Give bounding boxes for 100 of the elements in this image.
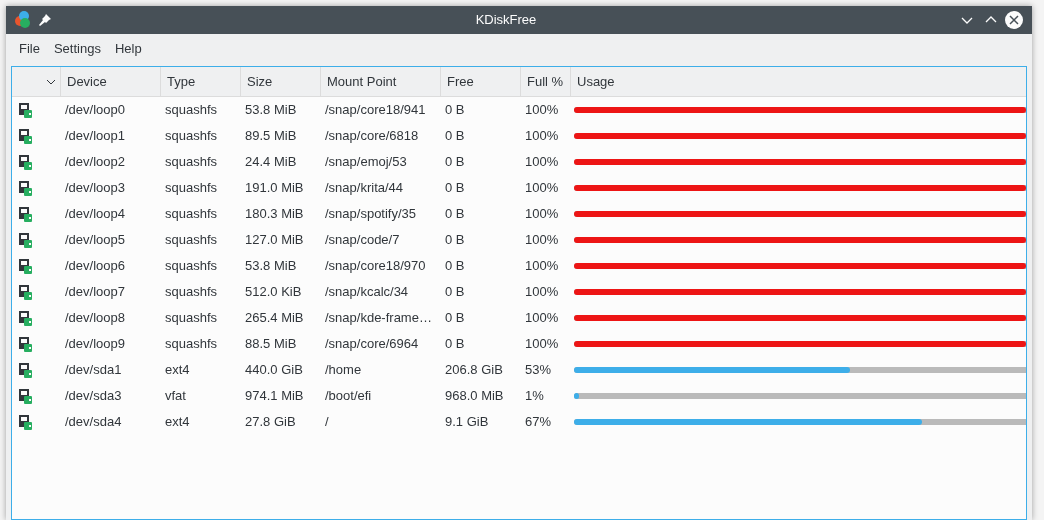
column-header[interactable]: Free <box>441 67 521 96</box>
table-cell: 88.5 MiB <box>245 336 297 352</box>
table-cell: 974.1 MiB <box>245 388 304 404</box>
table-cell: 27.8 GiB <box>245 414 296 430</box>
table-cell: /dev/loop9 <box>65 336 125 352</box>
table-cell: 0 B <box>445 232 465 248</box>
column-header[interactable]: Size <box>241 67 321 96</box>
table-cell: 265.4 MiB <box>245 310 304 326</box>
table-cell: 968.0 MiB <box>445 388 504 404</box>
table-cell: /dev/loop1 <box>65 128 125 144</box>
table-cell: 0 B <box>445 180 465 196</box>
app-logo-icon <box>14 11 32 29</box>
table-cell: /snap/kde-frame… <box>325 310 432 326</box>
table-cell: 100% <box>525 180 559 196</box>
disk-icon <box>17 102 33 118</box>
table-cell: /dev/loop3 <box>65 180 125 196</box>
table-cell: 100% <box>525 232 559 248</box>
table-cell: 127.0 MiB <box>245 232 304 248</box>
table-cell: 0 B <box>445 310 465 326</box>
table-cell: /snap/core/6964 <box>325 336 419 352</box>
table-cell: 512.0 KiB <box>245 284 302 300</box>
table-cell: 100% <box>525 310 559 326</box>
table-cell: /dev/sda4 <box>65 414 122 430</box>
menu-item[interactable]: Help <box>107 39 149 59</box>
menu-item[interactable]: Settings <box>46 39 108 59</box>
pin-icon[interactable] <box>38 13 52 27</box>
table-cell: 53.8 MiB <box>245 258 297 274</box>
table-cell: 53% <box>525 362 552 378</box>
disk-icon <box>17 414 33 430</box>
table-cell: /home <box>325 362 362 378</box>
table-cell: squashfs <box>165 154 218 170</box>
table-cell: /boot/efi <box>325 388 372 404</box>
table-cell: squashfs <box>165 102 218 118</box>
table-cell: /dev/loop5 <box>65 232 125 248</box>
table-cell: /dev/loop8 <box>65 310 125 326</box>
table-cell: /snap/spotify/35 <box>325 206 417 222</box>
table-cell: ext4 <box>165 414 190 430</box>
disk-icon <box>17 284 33 300</box>
table-cell: vfat <box>165 388 186 404</box>
table-cell: /dev/loop4 <box>65 206 125 222</box>
disk-icon <box>17 154 33 170</box>
table-cell: 0 B <box>445 102 465 118</box>
table-cell: ext4 <box>165 362 190 378</box>
column-header[interactable]: Type <box>161 67 241 96</box>
table-cell: 440.0 GiB <box>245 362 303 378</box>
table-cell: /dev/loop2 <box>65 154 125 170</box>
table-cell: squashfs <box>165 180 218 196</box>
close-icon[interactable] <box>1004 10 1024 30</box>
disk-icon <box>17 232 33 248</box>
table-cell: squashfs <box>165 284 218 300</box>
table-cell: /dev/sda1 <box>65 362 122 378</box>
table-cell: 53.8 MiB <box>245 102 297 118</box>
table-cell: 100% <box>525 258 559 274</box>
table-cell: squashfs <box>165 128 218 144</box>
table-cell: /dev/sda3 <box>65 388 122 404</box>
table-cell: /snap/emoj/53 <box>325 154 407 170</box>
table-cell: /snap/code/7 <box>325 232 400 248</box>
sort-caret-icon[interactable] <box>46 77 56 86</box>
table-cell: 67% <box>525 414 552 430</box>
table-cell: 89.5 MiB <box>245 128 297 144</box>
table-cell: 0 B <box>445 336 465 352</box>
table-cell: 9.1 GiB <box>445 414 489 430</box>
table-cell: squashfs <box>165 232 218 248</box>
table-cell: 100% <box>525 206 559 222</box>
table-cell: 0 B <box>445 206 465 222</box>
table-cell: /snap/krita/44 <box>325 180 404 196</box>
column-header[interactable]: Usage <box>571 67 1026 96</box>
table-cell: squashfs <box>165 258 218 274</box>
disk-icon <box>17 310 33 326</box>
disk-icon <box>17 206 33 222</box>
table-cell: 191.0 MiB <box>245 180 304 196</box>
table-cell: 100% <box>525 128 559 144</box>
table-cell: 1% <box>525 388 544 404</box>
disk-icon <box>17 336 33 352</box>
disk-icon <box>17 362 33 378</box>
disk-icon <box>17 388 33 404</box>
table-cell: 100% <box>525 102 559 118</box>
column-header[interactable]: Device <box>61 67 161 96</box>
table-cell: 24.4 MiB <box>245 154 297 170</box>
table-cell: /snap/core/6818 <box>325 128 419 144</box>
table-cell: 100% <box>525 284 559 300</box>
column-header[interactable]: Full % <box>521 67 571 96</box>
column-header[interactable]: Mount Point <box>321 67 441 96</box>
disk-icon <box>17 258 33 274</box>
disk-icon <box>17 128 33 144</box>
table-cell: squashfs <box>165 206 218 222</box>
table-cell: / <box>325 414 329 430</box>
table-cell: 0 B <box>445 154 465 170</box>
table-cell: /snap/kcalc/34 <box>325 284 409 300</box>
table-cell: squashfs <box>165 336 218 352</box>
table-cell: 180.3 MiB <box>245 206 304 222</box>
menu-item[interactable]: File <box>12 39 47 59</box>
table-cell: /dev/loop6 <box>65 258 125 274</box>
table-cell: /snap/core18/970 <box>325 258 426 274</box>
table-cell: 100% <box>525 336 559 352</box>
table-cell: 0 B <box>445 284 465 300</box>
table-cell: /dev/loop0 <box>65 102 125 118</box>
table-cell: squashfs <box>165 310 218 326</box>
table-cell: 0 B <box>445 258 465 274</box>
window-title: KDiskFree <box>474 11 538 30</box>
